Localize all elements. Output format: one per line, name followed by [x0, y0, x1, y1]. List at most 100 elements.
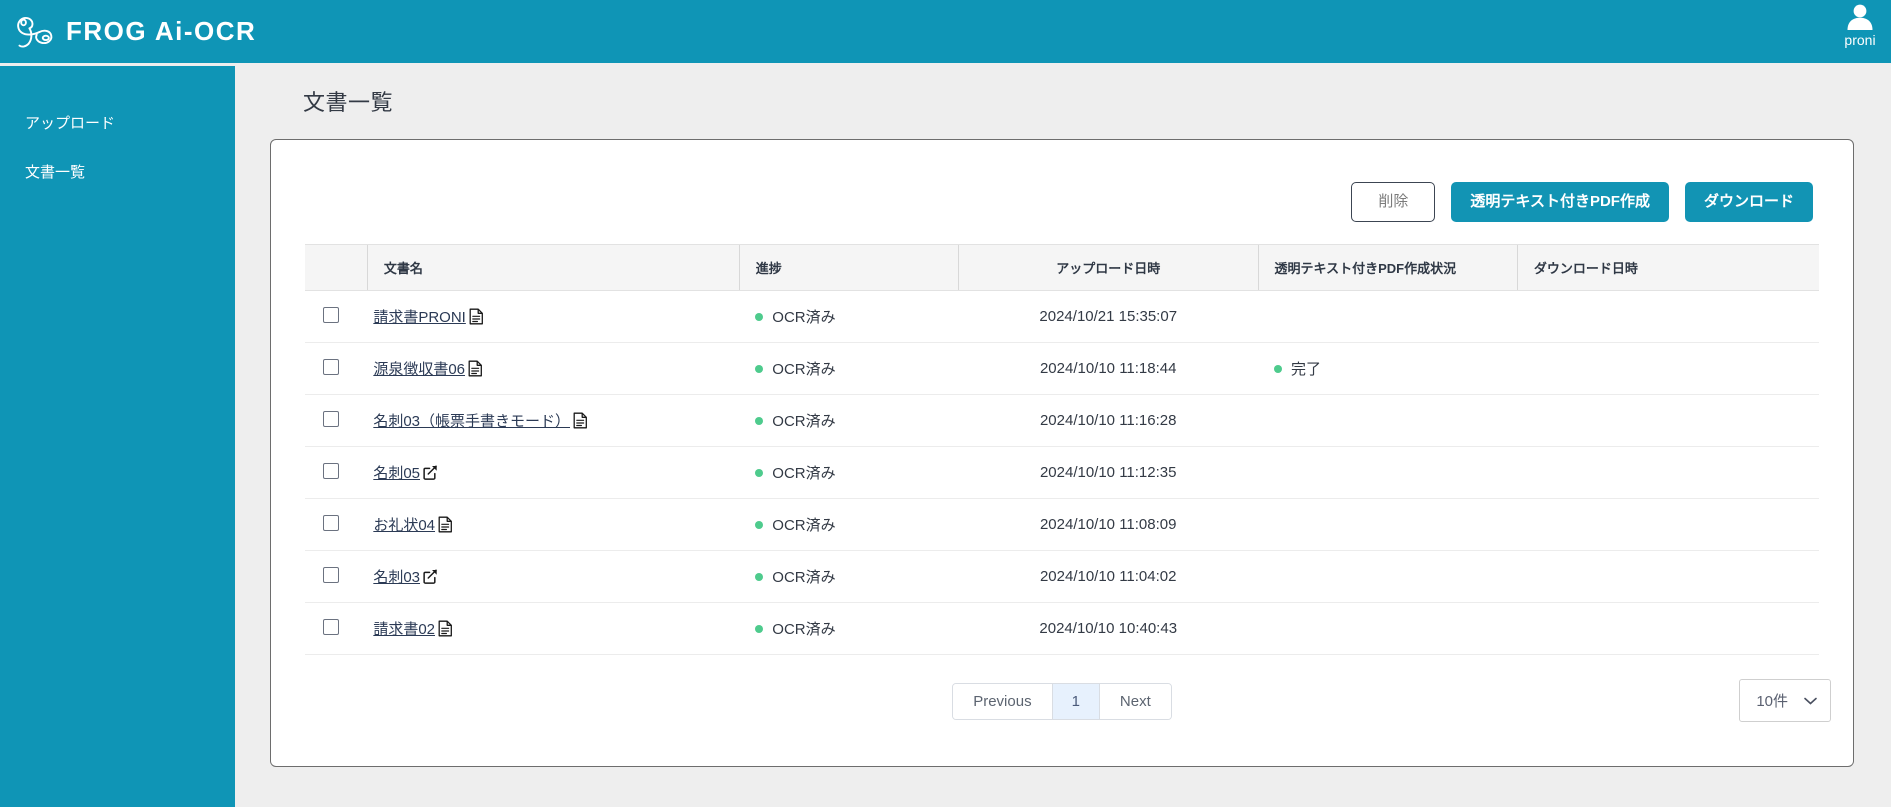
pagination-next[interactable]: Next: [1099, 684, 1171, 719]
header-progress: 進捗: [738, 244, 959, 291]
row-progress-cell: OCR済み: [739, 550, 959, 603]
header-downloaded-at: ダウンロード日時: [1516, 244, 1819, 291]
file-icon: [468, 360, 482, 377]
table-row: 名刺03（帳票手書きモード） OCR済み 2024/10/10 11:16:28: [305, 394, 1819, 447]
header-pdf-status: 透明テキスト付きPDF作成状況: [1257, 244, 1518, 291]
table-row: 源泉徴収書06 OCR済み 2024/10/10 11:18:44 完了: [305, 342, 1819, 395]
table-row: お礼状04 OCR済み 2024/10/10 11:08:09: [305, 498, 1819, 551]
row-progress-cell: OCR済み: [739, 342, 959, 395]
brand[interactable]: FROG Ai-OCR: [0, 12, 256, 52]
row-checkbox[interactable]: [323, 618, 339, 635]
row-checkbox[interactable]: [323, 566, 339, 583]
user-name: proni: [1844, 32, 1876, 48]
header-select: [305, 244, 368, 291]
row-select-cell: [305, 498, 368, 551]
row-name-cell: 名刺03（帳票手書きモード）: [367, 394, 740, 447]
row-select-cell: [305, 394, 368, 447]
row-pdf-status-cell: [1258, 446, 1518, 499]
delete-button[interactable]: 削除: [1351, 182, 1436, 222]
row-checkbox[interactable]: [323, 514, 339, 531]
row-name-cell: 請求書PRONI: [367, 290, 740, 343]
create-transparent-pdf-button[interactable]: 透明テキスト付きPDF作成: [1451, 182, 1669, 222]
row-checkbox[interactable]: [323, 410, 339, 427]
row-name-cell: 請求書02: [367, 602, 740, 655]
sidebar: アップロード 文書一覧: [0, 66, 235, 807]
row-progress-cell: OCR済み: [739, 602, 959, 655]
top-bar: FROG Ai-OCR proni: [0, 0, 1891, 63]
header-document-name: 文書名: [366, 244, 740, 291]
status-dot-icon: [755, 520, 764, 529]
app-root: FROG Ai-OCR proni アップロード 文書一覧 文書一覧 削除 透明…: [0, 0, 1891, 807]
user-menu[interactable]: proni: [1843, 2, 1877, 47]
row-uploaded-cell: 2024/10/10 11:08:09: [958, 498, 1259, 551]
per-page-select[interactable]: 10件: [1739, 679, 1831, 722]
row-select-cell: [305, 290, 368, 343]
sidebar-item-document-list[interactable]: 文書一覧: [0, 147, 235, 196]
pdf-status: 完了: [1258, 358, 1517, 379]
row-downloaded-cell: [1517, 602, 1819, 655]
document-table: 文書名 進捗 アップロード日時 透明テキスト付きPDF作成状況 ダウンロード日時…: [305, 244, 1819, 655]
table-row: 名刺05 OCR済み 2024/10/10 11:12:35: [305, 446, 1819, 499]
row-downloaded-cell: [1517, 446, 1819, 499]
row-name-cell: 名刺05: [367, 446, 740, 499]
file-icon: [469, 308, 483, 325]
row-downloaded-cell: [1517, 394, 1819, 447]
document-name-link[interactable]: 請求書02: [373, 618, 435, 639]
status-dot-icon: [755, 624, 764, 633]
chevron-down-icon: [1804, 697, 1817, 705]
document-name-link[interactable]: 名刺03: [373, 566, 420, 587]
document-name-link[interactable]: 名刺05: [373, 462, 420, 483]
row-pdf-status-cell: [1258, 498, 1518, 551]
status-dot-icon: [1274, 364, 1283, 373]
sidebar-item-upload[interactable]: アップロード: [0, 98, 235, 147]
row-checkbox[interactable]: [323, 358, 339, 375]
pagination-page-1[interactable]: 1: [1052, 684, 1100, 719]
row-downloaded-cell: [1517, 550, 1819, 603]
row-uploaded-cell: 2024/10/21 15:35:07: [958, 290, 1259, 343]
pdf-status-text: 完了: [1291, 361, 1322, 378]
pagination-row: Previous 1 Next 10件: [305, 679, 1831, 722]
document-name-link[interactable]: 源泉徴収書06: [373, 358, 465, 379]
table-row: 名刺03 OCR済み 2024/10/10 11:04:02: [305, 550, 1819, 603]
row-uploaded-cell: 2024/10/10 11:04:02: [958, 550, 1259, 603]
table-head: 文書名 進捗 アップロード日時 透明テキスト付きPDF作成状況 ダウンロード日時: [305, 244, 1819, 291]
row-select-cell: [305, 550, 368, 603]
row-progress-cell: OCR済み: [739, 290, 959, 343]
document-name-link[interactable]: 請求書PRONI: [373, 306, 466, 327]
status-dot-icon: [755, 572, 764, 581]
row-checkbox[interactable]: [323, 306, 339, 323]
per-page-value: 10件: [1756, 693, 1788, 710]
status-dot-icon: [755, 468, 764, 477]
progress-text: OCR済み: [772, 465, 836, 482]
row-select-cell: [305, 602, 368, 655]
row-pdf-status-cell: [1258, 550, 1518, 603]
table-row: 請求書02 OCR済み 2024/10/10 10:40:43: [305, 602, 1819, 655]
edit-icon: [423, 569, 437, 584]
progress-text: OCR済み: [772, 569, 836, 586]
file-icon: [573, 412, 587, 429]
progress-text: OCR済み: [772, 621, 836, 638]
brand-name: FROG Ai-OCR: [66, 16, 257, 46]
progress-text: OCR済み: [772, 361, 836, 378]
row-name-cell: 源泉徴収書06: [367, 342, 740, 395]
progress-text: OCR済み: [772, 413, 836, 430]
status-dot-icon: [755, 312, 764, 321]
file-icon: [438, 516, 452, 533]
row-checkbox[interactable]: [323, 462, 339, 479]
row-uploaded-cell: 2024/10/10 10:40:43: [958, 602, 1259, 655]
row-uploaded-cell: 2024/10/10 11:12:35: [958, 446, 1259, 499]
document-list-card: 削除 透明テキスト付きPDF作成 ダウンロード 文書名 進捗 アップロード日時 …: [270, 139, 1854, 767]
document-name-link[interactable]: お礼状04: [373, 514, 435, 535]
progress-text: OCR済み: [772, 517, 836, 534]
row-pdf-status-cell: [1258, 290, 1518, 343]
row-uploaded-cell: 2024/10/10 11:18:44: [958, 342, 1259, 395]
pagination-previous[interactable]: Previous: [953, 684, 1053, 719]
document-name-link[interactable]: 名刺03（帳票手書きモード）: [373, 410, 570, 431]
person-icon: [1847, 4, 1873, 30]
row-pdf-status-cell: [1258, 602, 1518, 655]
row-downloaded-cell: [1517, 290, 1819, 343]
row-select-cell: [305, 446, 368, 499]
download-button[interactable]: ダウンロード: [1684, 182, 1813, 222]
file-icon: [438, 620, 452, 637]
row-name-cell: 名刺03: [367, 550, 740, 603]
